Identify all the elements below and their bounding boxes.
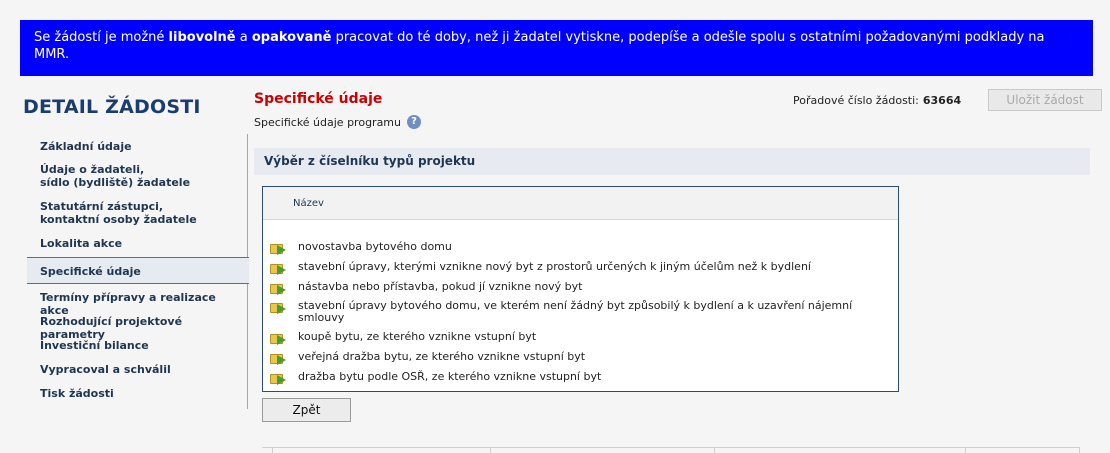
save-application-button[interactable]: Uložit žádost [988,89,1102,111]
sidebar-item-label: Investiční bilance [40,339,149,352]
column-header-name: Název [293,198,324,209]
sidebar-item-label: Specifické údaje [40,265,141,278]
subtitle-text: Specifické údaje programu [254,115,401,129]
sidebar-item-basic-data[interactable]: Základní údaje [27,140,248,153]
sidebar-item-parameters[interactable]: Rozhodující projektové parametry [27,315,248,341]
back-button[interactable]: Zpět [262,398,351,422]
project-type-table: Název novostavba bytového domu stavební … [262,186,899,392]
banner-text-1: Se žádostí je možné [34,30,169,45]
sidebar-item-prepared-by[interactable]: Vypracoval a schválil [27,363,248,376]
page-subtitle: Specifické údaje programu ? [254,115,421,129]
list-item[interactable]: nástavba nebo přístavba, pokud jí vznikn… [270,280,890,295]
order-number-value: 63664 [922,94,962,107]
order-number-label: Pořadové číslo žádosti: [793,94,919,107]
page-title: Specifické údaje [254,91,383,107]
list-item-label: stavební úpravy bytového domu, ve kterém… [298,299,853,324]
sidebar-item-label: Lokalita akce [40,237,123,250]
list-item[interactable]: novostavba bytového domu [270,240,890,255]
select-arrow-icon [270,242,288,255]
sidebar-item-investment[interactable]: Investiční bilance [27,339,248,352]
sidebar-item-label: Statutární zástupci, [40,200,164,213]
sidebar-nav: Základní údaje Údaje o žadateli, sídlo (b… [27,134,249,409]
select-arrow-icon [270,262,288,275]
select-arrow-icon [270,301,288,314]
banner-text-2: a [235,30,252,45]
list-item[interactable]: stavební úpravy, kterými vznikne nový by… [270,260,890,275]
list-item-label: nástavba nebo přístavba, pokud jí vznikn… [298,280,583,293]
sidebar-item-label: Tisk žádosti [40,387,114,400]
info-banner: Se žádostí je možné libovolně a opakovan… [20,20,1093,76]
list-item-label: dražba bytu podle OSŘ, ze kterého vznikn… [298,370,602,383]
list-item-label: novostavba bytového domu [298,240,452,253]
sidebar-item-specific-data[interactable]: Specifické údaje [27,257,249,284]
sidebar-item-label-2: kontaktní osoby žadatele [40,213,197,226]
banner-bold-1: libovolně [168,30,236,45]
sidebar-item-label: Údaje o žadateli, [40,163,145,176]
sidebar-item-label: Rozhodující projektové parametry [40,315,183,341]
select-arrow-icon [270,282,288,295]
list-item[interactable]: dražba bytu podle OSŘ, ze kterého vznikn… [270,370,890,385]
select-arrow-icon [270,372,288,385]
sidebar-item-label: Vypracoval a schválil [40,363,171,376]
section-header: Výběr z číselníku typů projektu [254,148,1090,175]
banner-bold-2: opakovaně [251,30,332,45]
sidebar-item-location[interactable]: Lokalita akce [27,237,248,250]
order-number-info: Pořadové číslo žádosti: 63664 [793,94,961,107]
select-arrow-icon [270,332,288,345]
sidebar-title: DETAIL ŽÁDOSTI [23,96,201,118]
list-item-label: stavební úpravy, kterými vznikne nový by… [298,260,811,273]
list-item[interactable]: stavební úpravy bytového domu, ve kterém… [270,300,890,324]
bottom-divider [262,447,1080,453]
sidebar-item-schedule[interactable]: Termíny přípravy a realizace akce [27,291,248,317]
sidebar-item-label: Základní údaje [40,140,132,153]
help-icon[interactable]: ? [407,115,421,129]
list-item-label: veřejná dražba bytu, ze kterého vznikne … [298,350,586,363]
list-item[interactable]: koupě bytu, ze kterého vznikne vstupní b… [270,330,890,345]
table-header: Název [263,187,898,220]
sidebar-item-label: Termíny přípravy a realizace akce [40,291,216,317]
sidebar-item-print[interactable]: Tisk žádosti [27,387,248,400]
select-arrow-icon [270,352,288,365]
list-item[interactable]: veřejná dražba bytu, ze kterého vznikne … [270,350,890,365]
list-item-label: koupě bytu, ze kterého vznikne vstupní b… [298,330,537,343]
sidebar-item-representatives[interactable]: Statutární zástupci, kontaktní osoby žada… [27,200,248,226]
section-title: Výběr z číselníku typů projektu [264,154,476,168]
sidebar-item-label-2: sídlo (bydliště) žadatele [40,176,191,189]
sidebar-item-applicant[interactable]: Údaje o žadateli, sídlo (bydliště) žadate… [27,163,248,189]
